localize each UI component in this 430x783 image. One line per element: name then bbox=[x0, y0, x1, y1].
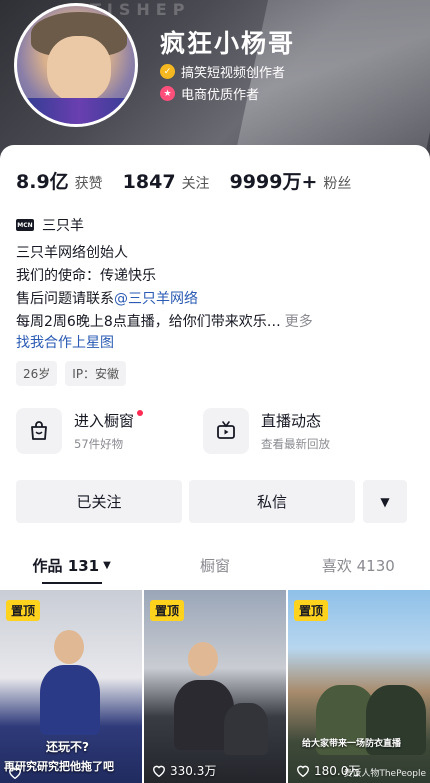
merchant-star-icon: ★ bbox=[160, 86, 175, 101]
video-tile[interactable]: 置顶 还玩不? 再研究研究把他拖了吧 bbox=[0, 590, 142, 783]
avatar-coat bbox=[17, 98, 135, 124]
location-tag: IP：安徽 bbox=[65, 361, 127, 386]
video-tile[interactable]: 置顶 330.3万 bbox=[144, 590, 286, 783]
mcn-name: 三只羊 bbox=[42, 218, 84, 234]
merchant-badge[interactable]: ★ 电商优质作者 bbox=[160, 84, 259, 103]
bio-contact-link[interactable]: @三只羊网络 bbox=[114, 291, 198, 307]
bio-more-link[interactable]: 更多 bbox=[285, 314, 313, 330]
likes-label[interactable]: 获赞 bbox=[75, 173, 103, 193]
video-caption: 还玩不? bbox=[46, 740, 89, 754]
followers-count[interactable]: 9999万+ bbox=[230, 167, 318, 194]
live-subtitle: 查看最新回放 bbox=[261, 437, 330, 451]
verified-gold-icon: ✓ bbox=[160, 64, 175, 79]
avatar-face bbox=[47, 36, 111, 102]
profile-nickname: 疯狂小杨哥 bbox=[160, 29, 296, 58]
bio-line: 三只羊网络创始人 bbox=[16, 245, 128, 261]
heart-icon bbox=[297, 765, 309, 777]
profile-card: 8.9亿 获赞 1847 关注 9999万+ 粉丝 MCN 三只羊 三只羊网络创… bbox=[0, 145, 430, 783]
showcase-entry[interactable]: 进入橱窗 57件好物 bbox=[16, 403, 144, 459]
tab-showcase[interactable]: 橱窗 bbox=[143, 545, 286, 585]
followers-label[interactable]: 粉丝 bbox=[323, 173, 351, 193]
bio-contact-line: 售后问题请联系@三只羊网络 bbox=[16, 288, 416, 311]
age-tag: 26岁 bbox=[16, 361, 58, 386]
mcn-icon: MCN bbox=[16, 219, 34, 231]
tag-row: 26岁 IP：安徽 bbox=[16, 361, 127, 386]
content-tabs: 作品 131 ▼ 橱窗 喜欢 4130 bbox=[0, 545, 430, 585]
likes-count[interactable]: 8.9亿 bbox=[16, 167, 69, 194]
heart-icon bbox=[9, 767, 21, 779]
video-tile[interactable]: 置顶 给大家带来一场防衣直播 180.0万 贵饭人物ThePeople bbox=[288, 590, 430, 783]
tv-icon bbox=[203, 408, 249, 454]
bio-schedule: 每周2周6晚上8点直播，给你们带来欢乐… bbox=[16, 314, 281, 330]
chevron-down-icon: ▼ bbox=[380, 494, 390, 509]
bio-schedule-line: 每周2周6晚上8点直播，给你们带来欢乐… 更多 bbox=[16, 311, 416, 334]
merchant-badge-label: 电商优质作者 bbox=[181, 88, 260, 103]
following-label[interactable]: 关注 bbox=[182, 173, 210, 193]
caret-down-icon: ▼ bbox=[103, 559, 111, 571]
creator-badge[interactable]: ✓ 搞笑短视频创作者 bbox=[160, 62, 285, 81]
starmap-link[interactable]: 找我合作上星图 bbox=[16, 332, 114, 352]
creator-badge-label: 搞笑短视频创作者 bbox=[181, 66, 286, 81]
bio: 三只羊网络创始人 我们的使命：传递快乐 售后问题请联系@三只羊网络 每周2周6晚… bbox=[16, 242, 416, 334]
pinned-badge: 置顶 bbox=[294, 600, 329, 621]
video-watermark: 贵饭人物ThePeople bbox=[343, 769, 426, 779]
pinned-badge: 置顶 bbox=[6, 600, 41, 621]
video-thumbnail-figure bbox=[40, 665, 100, 735]
showcase-title: 进入橱窗 bbox=[74, 410, 144, 431]
video-grid: 置顶 还玩不? 再研究研究把他拖了吧 置顶 330.3万 置顶 给大家带来一场防… bbox=[0, 590, 430, 783]
video-thumbnail-figure bbox=[224, 703, 268, 755]
notification-dot bbox=[137, 410, 144, 416]
heart-icon bbox=[153, 765, 165, 777]
mcn-row[interactable]: MCN 三只羊 bbox=[16, 215, 84, 235]
video-likes bbox=[8, 766, 26, 779]
stats-row: 8.9亿 获赞 1847 关注 9999万+ 粉丝 bbox=[16, 167, 371, 194]
bio-line: 我们的使命：传递快乐 bbox=[16, 268, 156, 284]
video-likes: 330.3万 bbox=[152, 762, 216, 779]
video-caption: 给大家带来一场防衣直播 bbox=[302, 739, 402, 749]
tab-likes[interactable]: 喜欢 4130 bbox=[287, 545, 430, 585]
active-tab-indicator bbox=[42, 582, 102, 584]
avatar[interactable] bbox=[14, 3, 138, 127]
following-button[interactable]: 已关注 bbox=[16, 480, 182, 523]
bio-contact-prefix: 售后问题请联系 bbox=[16, 291, 114, 307]
showcase-subtitle: 57件好物 bbox=[74, 437, 124, 451]
message-button[interactable]: 私信 bbox=[189, 480, 355, 523]
live-title: 直播动态 bbox=[261, 412, 322, 430]
live-entry[interactable]: 直播动态 查看最新回放 bbox=[203, 403, 330, 459]
tab-works[interactable]: 作品 131 ▼ bbox=[0, 545, 143, 585]
more-actions-button[interactable]: ▼ bbox=[363, 480, 407, 523]
shopping-bag-icon bbox=[16, 408, 62, 454]
pinned-badge: 置顶 bbox=[150, 600, 185, 621]
video-thumbnail-face bbox=[188, 642, 218, 676]
following-count[interactable]: 1847 bbox=[123, 171, 176, 193]
video-thumbnail-face bbox=[54, 630, 84, 664]
